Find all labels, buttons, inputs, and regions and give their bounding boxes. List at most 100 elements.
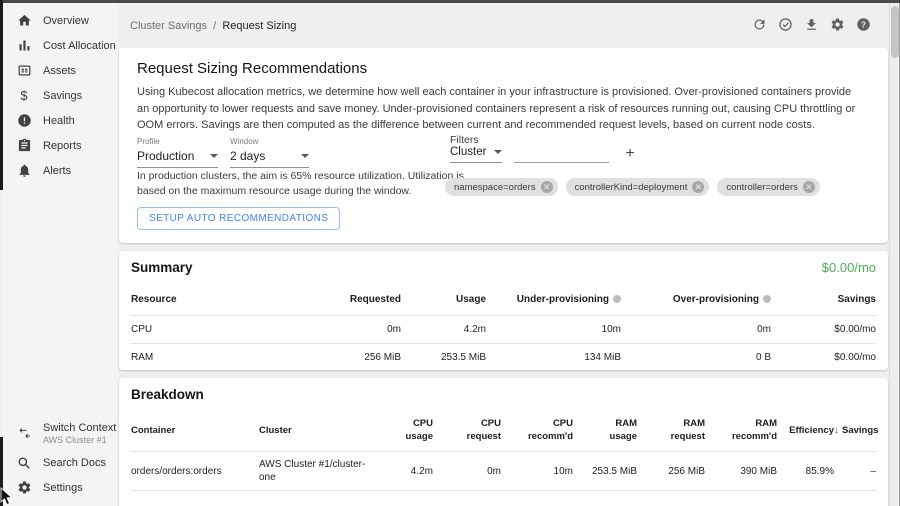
summary-header-row: Resource Requested Usage Under-provision… (131, 285, 876, 316)
filter-value-input[interactable] (514, 146, 609, 163)
summary-row-cpu: CPU 0m 4.2m 10m 0m $0.00/mo (131, 316, 876, 344)
breakdown-header-row: Container Cluster CPU usage CPU request … (131, 411, 876, 452)
mouse-cursor (0, 487, 14, 506)
filter-field-select: Cluster (450, 146, 502, 163)
switch-context-labels: Switch Context AWS Cluster #1 (43, 422, 116, 445)
col-efficiency[interactable]: Efficiency (777, 411, 834, 452)
cell-requested: 256 MiB (271, 344, 401, 372)
vertical-scrollbar[interactable] (889, 3, 900, 506)
home-icon (16, 13, 32, 29)
col-ram-request[interactable]: RAM request (637, 411, 705, 452)
toolbar-icons: ? (752, 17, 871, 32)
close-icon[interactable]: ✕ (803, 181, 815, 193)
col-over-provisioning: Over-provisioning (621, 285, 771, 316)
filter-chip[interactable]: controller=orders ✕ (717, 178, 820, 196)
sidebar-item-label: Assets (43, 65, 76, 77)
kubecost-app: Overview Cost Allocation Assets $ Saving… (0, 0, 900, 506)
page-title: Request Sizing Recommendations (137, 60, 367, 77)
breadcrumb-separator: / (210, 20, 219, 32)
close-icon[interactable]: ✕ (541, 181, 553, 193)
cell-over: 0m (621, 316, 771, 344)
cell-cpu-recommd: 10m (501, 452, 573, 491)
sidebar-item-alerts[interactable]: Alerts (3, 158, 118, 183)
profile-select[interactable]: Production (137, 149, 218, 168)
download-icon[interactable] (804, 17, 819, 32)
breakdown-title: Breakdown (131, 387, 204, 402)
scrollbar-thumb[interactable] (891, 6, 899, 58)
add-filter-icon[interactable]: + (622, 146, 638, 162)
col-ram-recommd[interactable]: RAM recomm'd (705, 411, 777, 452)
col-container[interactable]: Container (131, 411, 259, 452)
sidebar-item-label: Alerts (43, 165, 71, 177)
sidebar-item-label: Overview (43, 15, 89, 27)
sidebar-item-cost-allocation[interactable]: Cost Allocation (3, 33, 118, 58)
gear-icon[interactable] (830, 17, 845, 32)
close-icon[interactable]: ✕ (692, 181, 704, 193)
search-icon (16, 455, 32, 471)
cell-ram-request: 256 MiB (637, 452, 705, 491)
setup-auto-recommendations-button[interactable]: SETUP AUTO RECOMMENDATIONS (137, 207, 340, 230)
sidebar-item-overview[interactable]: Overview (3, 8, 118, 33)
check-circle-icon[interactable] (778, 17, 793, 32)
switch-context-label: Switch Context (43, 422, 116, 434)
cell-resource: CPU (131, 316, 271, 344)
summary-card: Summary $0.00/mo Resource Requested Usag… (119, 251, 888, 370)
switch-context-button[interactable]: Switch Context AWS Cluster #1 (3, 416, 118, 450)
filter-chip-label: namespace=orders (454, 182, 536, 193)
col-ram-usage[interactable]: RAM usage (573, 411, 637, 452)
window-select[interactable]: 2 days (230, 149, 309, 168)
cell-ram-recommd: 390 MiB (705, 452, 777, 491)
gear-icon (16, 480, 32, 496)
summary-table: Resource Requested Usage Under-provision… (131, 285, 876, 372)
breadcrumb-current: Request Sizing (222, 20, 296, 32)
col-savings-sort[interactable]: ↓Savings (834, 411, 876, 452)
current-cluster-label: AWS Cluster #1 (43, 435, 116, 445)
assets-icon (16, 63, 32, 79)
col-cpu-recommd[interactable]: CPU recomm'd (501, 411, 573, 452)
col-cluster[interactable]: Cluster (259, 411, 371, 452)
summary-header: Summary $0.00/mo (131, 260, 876, 275)
refresh-icon[interactable] (752, 17, 767, 32)
filter-type-select[interactable]: Cluster (450, 146, 502, 163)
filter-chip[interactable]: namespace=orders ✕ (445, 178, 558, 196)
cell-usage: 4.2m (401, 316, 486, 344)
summary-row-ram: RAM 256 MiB 253.5 MiB 134 MiB 0 B $0.00/… (131, 344, 876, 372)
profile-value: Production (137, 149, 194, 163)
breakdown-row[interactable]: orders/orders:orders AWS Cluster #1/clus… (131, 452, 876, 491)
sidebar-item-assets[interactable]: Assets (3, 58, 118, 83)
sidebar-item-label: Savings (43, 90, 82, 102)
info-icon[interactable] (763, 295, 771, 303)
cell-savings: – (834, 452, 876, 491)
search-docs-label: Search Docs (43, 457, 106, 469)
breadcrumb-parent[interactable]: Cluster Savings (130, 20, 207, 32)
sidebar-item-health[interactable]: Health (3, 108, 118, 133)
total-savings-value: $0.00/mo (822, 260, 876, 275)
help-icon[interactable]: ? (856, 17, 871, 32)
cell-under: 134 MiB (486, 344, 621, 372)
window-select-field: Window 2 days (230, 137, 309, 168)
search-docs-button[interactable]: Search Docs (3, 450, 118, 475)
summary-title: Summary (131, 260, 193, 275)
cell-efficiency: 85.9% (777, 452, 834, 491)
breadcrumb: Cluster Savings / Request Sizing (130, 20, 296, 32)
cell-cluster: AWS Cluster #1/cluster-one (259, 452, 371, 491)
info-icon[interactable] (613, 295, 621, 303)
cell-cpu-request: 0m (433, 452, 501, 491)
col-cpu-request[interactable]: CPU request (433, 411, 501, 452)
profile-helper-text: In production clusters, the aim is 65% r… (137, 169, 489, 199)
page-description: Using Kubecost allocation metrics, we de… (137, 84, 865, 134)
sidebar-item-savings[interactable]: $ Savings (3, 83, 118, 108)
cell-requested: 0m (271, 316, 401, 344)
top-bar: Cluster Savings / Request Sizing ? (118, 3, 889, 48)
breakdown-table: Container Cluster CPU usage CPU request … (131, 411, 876, 491)
cell-cpu-usage: 4.2m (371, 452, 433, 491)
col-under-provisioning: Under-provisioning (486, 285, 621, 316)
settings-button[interactable]: Settings (3, 475, 118, 500)
profile-select-field: Profile Production (137, 137, 218, 168)
col-cpu-usage[interactable]: CPU usage (371, 411, 433, 452)
chevron-down-icon (301, 154, 309, 158)
window-label: Window (230, 137, 309, 146)
sidebar-item-reports[interactable]: Reports (3, 133, 118, 158)
breakdown-header: Breakdown (131, 387, 876, 402)
filter-chip[interactable]: controllerKind=deployment ✕ (566, 178, 710, 196)
